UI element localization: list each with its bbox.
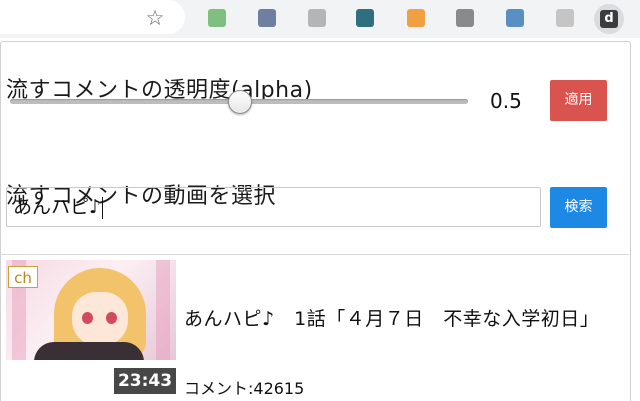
video-title-link[interactable]: あんハピ♪ 1話「４月７日 不幸な入学初日」 <box>184 303 614 335</box>
video-duration: 23:43 <box>114 368 176 394</box>
search-input[interactable]: あんハピ♪ <box>6 187 541 227</box>
ext-dark-icon[interactable] <box>456 9 474 27</box>
channel-badge: ch <box>8 266 38 288</box>
comment-count: コメント:42615 <box>184 379 305 398</box>
ext-light-icon[interactable] <box>556 9 574 27</box>
opacity-slider-thumb[interactable] <box>228 90 252 114</box>
ext-green-icon[interactable] <box>208 9 226 27</box>
opacity-value: 0.5 <box>490 89 522 113</box>
browser-toolbar: ☆ d <box>0 0 640 38</box>
ext-blue-icon[interactable] <box>506 9 524 27</box>
ext-gear-icon[interactable] <box>258 9 276 27</box>
search-query: あんハピ♪ <box>13 196 102 218</box>
text-caret <box>102 196 104 219</box>
active-extension-button[interactable]: d <box>594 4 624 34</box>
ext-teal-icon[interactable] <box>356 9 374 27</box>
bookmark-star-icon[interactable]: ☆ <box>142 5 168 31</box>
ext-orange-icon[interactable] <box>407 9 425 27</box>
search-button[interactable]: 検索 <box>550 187 607 228</box>
extension-d-icon: d <box>600 10 618 28</box>
results-divider <box>0 254 629 255</box>
ext-gray-icon[interactable] <box>308 9 326 27</box>
apply-button[interactable]: 適用 <box>550 80 607 121</box>
